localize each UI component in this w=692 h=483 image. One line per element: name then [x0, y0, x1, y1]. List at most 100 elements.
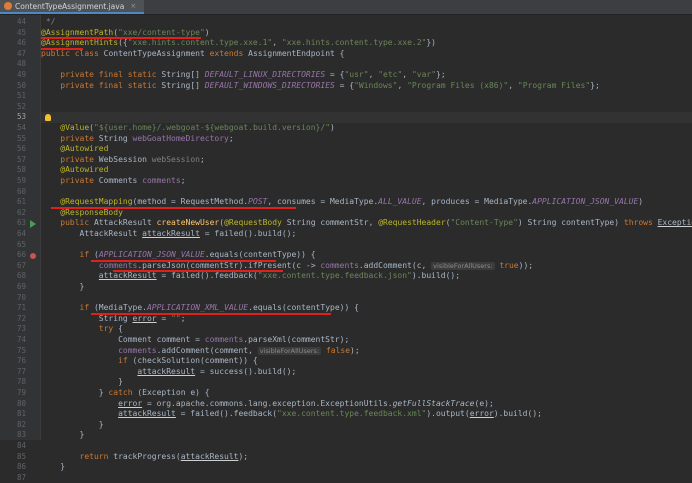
line-number: 63 [16, 218, 26, 228]
code-token: , [508, 80, 518, 90]
code-token: AssignmentEndpoint { [248, 48, 345, 58]
line-number: 79 [16, 388, 26, 397]
line-number: 83 [16, 430, 26, 440]
close-icon[interactable]: × [130, 2, 136, 10]
code-token: @AssignmentHints [41, 38, 119, 48]
code-token: , produces = MediaType. [421, 197, 533, 207]
code-token: = success().build(); [195, 366, 297, 376]
code-token: "Windows" [354, 80, 398, 90]
line-number: 81 [16, 409, 26, 419]
code-token: @RequestMapping [41, 197, 133, 207]
code-token: , [368, 70, 379, 79]
red-underline-annotation [41, 37, 201, 40]
code-token: private [41, 133, 99, 143]
code-token: webSession [151, 154, 200, 164]
line-number: 75 [16, 345, 26, 355]
code-token: APPLICATION_JSON_VALUE [98, 250, 205, 260]
code-token: WebSession [98, 154, 152, 164]
code-token: attackResult [142, 229, 200, 238]
code-token: return [41, 451, 114, 461]
code-token: private [41, 176, 99, 185]
code-token: public class [41, 48, 104, 58]
red-underline-annotation [91, 312, 331, 315]
line-number: 84 [16, 441, 26, 450]
code-token: , [397, 80, 408, 90]
line-number: 87 [16, 472, 26, 482]
code-token: comments [204, 335, 244, 344]
code-token: false [321, 345, 351, 355]
code-token: "xxe.hints.content.type.xxe.2" [281, 38, 427, 48]
line-number: 86 [16, 462, 26, 472]
code-token: extends [209, 48, 249, 58]
line-number: 56 [16, 144, 26, 154]
code-token: String [41, 313, 133, 323]
line-number: 78 [16, 377, 26, 387]
code-token: ).build(); [493, 409, 542, 419]
code-token: @Autowired [41, 144, 109, 154]
code-token: attackResult [137, 366, 196, 376]
line-number: 46 [16, 38, 26, 48]
breakpoint-icon[interactable] [30, 252, 36, 259]
code-token: if [41, 250, 94, 260]
code-token: trackProgress( [113, 451, 181, 461]
code-token: (MediaType. [93, 303, 147, 313]
code-token: getFullStackTrace [392, 398, 475, 408]
code-token: String [98, 133, 133, 143]
code-token: private final static [41, 80, 162, 90]
code-token: if [41, 356, 133, 366]
code-area[interactable]: */@AssignmentPath("xxe/content-type") @As… [41, 15, 692, 471]
code-token: "usr" [344, 70, 369, 79]
code-token: if [41, 303, 94, 313]
code-token: Comments [98, 176, 143, 185]
editor-tab-bar: ContentTypeAssignment.java × [0, 0, 692, 15]
code-token: @Autowired [41, 165, 109, 175]
code-token: ); [350, 345, 360, 355]
line-number: 70 [16, 292, 26, 302]
code-token: ) [330, 123, 335, 132]
line-number: 47 [16, 48, 26, 58]
line-number: 80 [16, 398, 26, 408]
code-token: "xxe/content-type" [118, 27, 205, 37]
code-token: } [41, 282, 85, 291]
run-gutter-icon[interactable] [30, 219, 36, 228]
line-number: 60 [16, 186, 26, 196]
code-token: } [41, 430, 85, 440]
code-token: ); [238, 451, 249, 461]
code-token: APPLICATION_XML_VALUE [146, 303, 249, 313]
code-token: error [469, 409, 494, 419]
code-token: = { [325, 70, 345, 79]
code-token: } [41, 377, 123, 387]
code-token: , consumes = MediaType. [267, 197, 379, 207]
code-token: } [41, 419, 104, 429]
code-token: = [156, 313, 172, 323]
code-token: String[] [161, 80, 205, 90]
code-token: Comment comment = [41, 335, 205, 344]
code-token: APPLICATION_JSON_VALUE [532, 197, 639, 207]
code-token: comments [98, 260, 138, 270]
code-token: @ResponseBody [41, 207, 123, 217]
tab-content-type-assignment[interactable]: ContentTypeAssignment.java × [0, 0, 145, 14]
code-token: (method = RequestMethod. [132, 197, 249, 207]
code-token: attackResult [180, 451, 239, 461]
lightbulb-icon[interactable] [45, 113, 51, 121]
line-number: 53 [16, 112, 26, 122]
code-token: "var" [411, 70, 437, 79]
code-token: "Program Files" [517, 80, 591, 90]
code-editor[interactable]: 44 45 46 47 48 49 50 51 52 53 54 55 56 57 58 59 60 61 62 63… [0, 15, 692, 482]
line-number: 49 [16, 70, 26, 79]
tab-label: ContentTypeAssignment.java [15, 1, 125, 11]
line-number-gutter[interactable]: 44 45 46 47 48 49 50 51 52 53 54 55 56 57 58 59 60 61 62 63… [0, 15, 41, 482]
code-token: */ [41, 17, 56, 26]
code-token: ).output( [426, 409, 470, 419]
code-token: "etc" [378, 70, 403, 79]
red-underline-annotation [113, 270, 283, 273]
code-token: ; [228, 133, 234, 143]
code-token: = { [334, 80, 355, 90]
line-number: 82 [16, 419, 26, 429]
code-token: true [494, 260, 519, 270]
line-number: 51 [16, 91, 26, 101]
code-token: catch [108, 388, 138, 397]
line-number: 71 [16, 303, 26, 313]
